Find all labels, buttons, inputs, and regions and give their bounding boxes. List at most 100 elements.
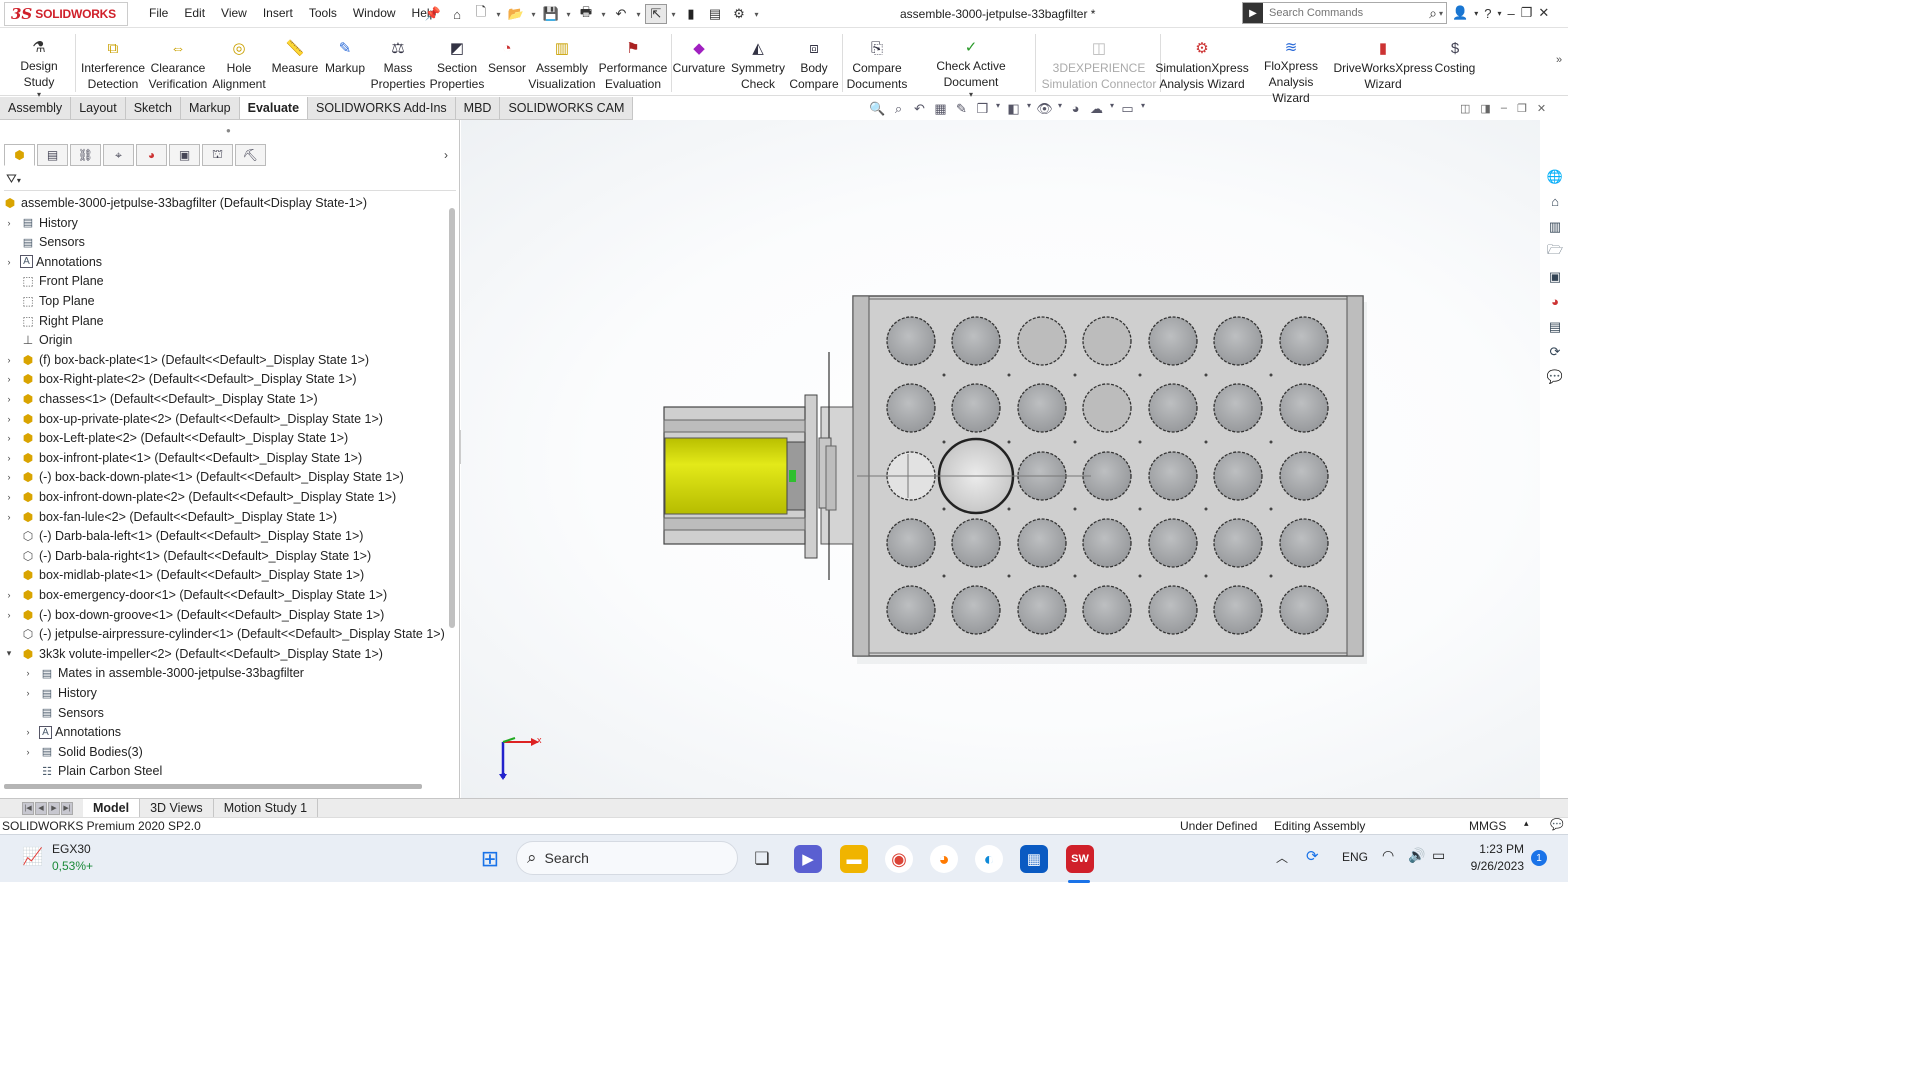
design-library-icon[interactable]: ▥ bbox=[1542, 216, 1568, 237]
ribbon-button-assembly-visualization[interactable]: ▥ Assembly Visualization bbox=[528, 28, 596, 94]
expand-arrow-icon[interactable]: › bbox=[4, 433, 14, 443]
filter-hole[interactable] bbox=[886, 383, 936, 433]
tab-solidworks-cam[interactable]: SOLIDWORKS CAM bbox=[500, 97, 634, 119]
filter-hole[interactable] bbox=[1148, 316, 1198, 366]
chevron-down-icon[interactable]: ▾ bbox=[1108, 101, 1116, 117]
filter-hole[interactable] bbox=[951, 585, 1001, 635]
notification-badge[interactable]: 1 bbox=[1531, 850, 1547, 866]
filter-hole[interactable] bbox=[1148, 451, 1198, 501]
expand-arrow-icon[interactable]: › bbox=[4, 492, 14, 502]
filter-hole[interactable] bbox=[1213, 518, 1263, 568]
chevron-down-icon[interactable]: ▾ bbox=[669, 4, 678, 24]
tab-mbd[interactable]: MBD bbox=[455, 97, 501, 119]
filter-hole[interactable] bbox=[951, 316, 1001, 366]
chevron-up-icon[interactable]: ︿ bbox=[1276, 849, 1288, 866]
filter-hole[interactable] bbox=[1148, 585, 1198, 635]
open-icon[interactable]: 📂 bbox=[505, 4, 527, 24]
edit-appearance-icon[interactable]: ◕ bbox=[1066, 101, 1085, 117]
filter-hole[interactable] bbox=[1082, 585, 1132, 635]
filter-hole[interactable] bbox=[886, 518, 936, 568]
clock-time[interactable]: 1:23 PM bbox=[1468, 842, 1524, 856]
filter-hole[interactable] bbox=[886, 585, 936, 635]
expand-arrow-icon[interactable]: › bbox=[23, 747, 33, 757]
expand-arrow-icon[interactable]: › bbox=[23, 688, 33, 698]
tree-item[interactable]: ⬡ (-) jetpulse-airpressure-cylinder<1> (D… bbox=[0, 624, 445, 644]
filter-hole[interactable] bbox=[1148, 518, 1198, 568]
filter-hole[interactable] bbox=[1213, 316, 1263, 366]
ribbon-button-compare-documents[interactable]: ⎘ Compare Documents bbox=[846, 28, 908, 94]
quick-tips-icon[interactable]: 💬 bbox=[1550, 818, 1564, 831]
cam-tool-tab-icon[interactable]: ⛏ bbox=[235, 144, 266, 166]
graphics-area[interactable]: x z bbox=[461, 120, 1540, 798]
expand-arrow-icon[interactable]: › bbox=[4, 610, 14, 620]
view-orientation-icon[interactable]: ❒ bbox=[973, 101, 992, 117]
tree-item[interactable]: ⬢ box-midlab-plate<1> (Default<<Default>_… bbox=[0, 565, 364, 585]
expand-arrow-icon[interactable]: › bbox=[4, 512, 14, 522]
filter-hole[interactable] bbox=[1017, 383, 1067, 433]
filter-hole[interactable] bbox=[1279, 316, 1329, 366]
ribbon-button-symmetry[interactable]: ◭ Symmetry Check bbox=[730, 28, 786, 94]
tab-assembly[interactable]: Assembly bbox=[0, 97, 72, 119]
tree-item[interactable]: › ⬢ chasses<1> (Default<<Default>_Display … bbox=[0, 389, 318, 409]
chevron-down-icon[interactable]: ▾ bbox=[1025, 101, 1033, 117]
cam-operation-tab-icon[interactable]: ⛫ bbox=[202, 144, 233, 166]
chevron-down-icon[interactable]: ▾ bbox=[752, 4, 761, 24]
tree-item[interactable]: › ⬢ (-) box-down-groove<1> (Default<<Defau… bbox=[0, 605, 385, 625]
chrome-icon[interactable]: ◉ bbox=[885, 845, 913, 873]
firefox-icon[interactable]: ◕ bbox=[930, 845, 958, 873]
filter-hole[interactable] bbox=[1148, 383, 1198, 433]
options-icon[interactable]: ⚙ bbox=[728, 4, 750, 24]
ribbon-button-interference[interactable]: ⧉ Interference Detection bbox=[81, 28, 145, 94]
chevron-down-icon[interactable]: ▾ bbox=[1056, 101, 1064, 117]
tab-sketch[interactable]: Sketch bbox=[125, 97, 181, 119]
file-properties-icon[interactable]: ▤ bbox=[704, 4, 726, 24]
tree-item[interactable]: › A Annotations bbox=[0, 252, 103, 272]
tree-item[interactable]: ▤ Sensors bbox=[0, 232, 85, 252]
tree-item[interactable]: › ▤ Mates in assemble-3000-jetpulse-33bagf… bbox=[19, 663, 304, 683]
tree-item[interactable]: ⬚ Front Plane bbox=[0, 271, 103, 291]
zoom-to-fit-icon[interactable]: 🔍 bbox=[868, 101, 887, 117]
menu-item-tools[interactable]: Tools bbox=[301, 6, 345, 20]
wifi-icon[interactable]: ◠ bbox=[1382, 847, 1394, 864]
tree-item[interactable]: › ⬢ (f) box-back-plate<1> (Default<<Defaul… bbox=[0, 350, 370, 370]
expand-arrow-icon[interactable]: › bbox=[4, 590, 14, 600]
filter-hole[interactable] bbox=[1213, 383, 1263, 433]
tree-item[interactable]: ⬡ (-) Darb-bala-right<1> (Default<<Defaul… bbox=[0, 546, 371, 566]
filter-hole[interactable] bbox=[951, 383, 1001, 433]
ribbon-button-curvature[interactable]: ◆ Curvature bbox=[672, 28, 726, 94]
chevron-down-icon[interactable]: ▾ bbox=[1439, 9, 1446, 18]
filter-hole[interactable] bbox=[1017, 585, 1067, 635]
windows-start-icon[interactable]: ⊞ bbox=[476, 845, 504, 873]
configuration-manager-tab-icon[interactable]: ⛓ bbox=[70, 144, 101, 166]
last-tab-icon[interactable]: ▶| bbox=[61, 801, 73, 815]
bottom-tab-model[interactable]: Model bbox=[83, 799, 141, 817]
filter-hole[interactable] bbox=[1213, 585, 1263, 635]
tree-item[interactable]: › ⬢ box-Left-plate<2> (Default<<Default>_D… bbox=[0, 428, 349, 448]
cam-feature-tab-icon[interactable]: ▣ bbox=[169, 144, 200, 166]
tree-item[interactable]: › ▤ History bbox=[0, 213, 78, 233]
file-explorer-icon[interactable]: 🗁 bbox=[1542, 241, 1568, 262]
collapse-arrow-icon[interactable]: ▾ bbox=[4, 648, 14, 659]
appearances-icon[interactable]: ◕ bbox=[1542, 291, 1568, 312]
volume-icon[interactable]: 🔊 bbox=[1408, 847, 1425, 864]
tree-item[interactable]: › ⬢ box-infront-down-plate<2> (Default<<De… bbox=[0, 487, 397, 507]
task-view-icon[interactable]: ❏ bbox=[748, 845, 776, 873]
tree-item[interactable]: › ⬢ box-infront-plate<1> (Default<<Default… bbox=[0, 448, 363, 468]
tree-item[interactable]: › ⬢ box-Right-plate<2> (Default<<Default>_… bbox=[0, 369, 357, 389]
print-icon[interactable]: 🖶 bbox=[575, 4, 597, 24]
chevron-down-icon[interactable]: ▾ bbox=[599, 4, 608, 24]
solidworks-forum-icon[interactable]: ⟳ bbox=[1542, 341, 1568, 362]
pin-icon[interactable]: 📌 bbox=[422, 4, 444, 24]
units-selector[interactable]: MMGS bbox=[1469, 819, 1506, 833]
ribbon-button-measure[interactable]: 📏 Measure bbox=[270, 28, 320, 94]
chevron-right-icon[interactable]: › bbox=[444, 148, 448, 162]
tree-horizontal-scrollbar[interactable] bbox=[4, 784, 422, 789]
expand-arrow-icon[interactable]: › bbox=[23, 668, 33, 678]
microsoft-store-icon[interactable]: ▦ bbox=[1020, 845, 1048, 873]
battery-icon[interactable]: ▭ bbox=[1432, 847, 1445, 864]
clock-date[interactable]: 9/26/2023 bbox=[1458, 859, 1524, 873]
ribbon-button-clearance[interactable]: ⇔ Clearance Verification bbox=[148, 28, 208, 94]
menu-item-file[interactable]: File bbox=[141, 6, 176, 20]
ribbon-button-costing[interactable]: $ Costing bbox=[1430, 28, 1480, 94]
assembly-model[interactable] bbox=[461, 120, 1540, 798]
